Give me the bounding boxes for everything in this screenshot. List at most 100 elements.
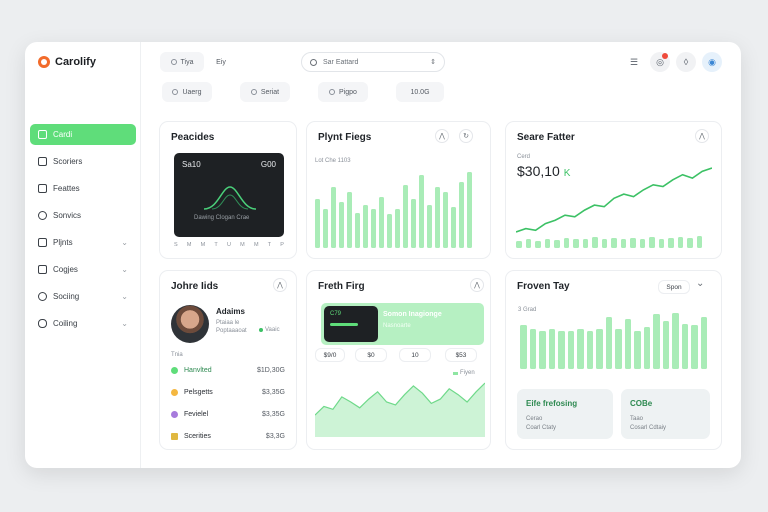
pin-icon[interactable]: ⋀	[435, 129, 449, 143]
sidebar-item-label: Pljnts	[53, 238, 73, 247]
filter-uaerg[interactable]: Uaerg	[162, 82, 212, 102]
mini-card-one[interactable]: Eife frefosing Cerao Coarl Ctaty	[517, 389, 613, 439]
chart-bar	[525, 239, 531, 248]
filter-pigpo[interactable]: Pigpo	[318, 82, 368, 102]
list-item[interactable]: Hanvlted $1D,30G	[171, 363, 285, 377]
chart-bar	[605, 317, 612, 369]
mini-card-two[interactable]: COBe Taao Cosarl Cdtaiy	[621, 389, 710, 439]
mini-card-line: Cerao	[526, 416, 543, 422]
chart-bar	[577, 329, 584, 369]
chart-bar	[567, 331, 574, 369]
period-select[interactable]: Spon	[658, 280, 690, 294]
pin-icon[interactable]: ⋀	[695, 129, 709, 143]
sidebar-item-cogjes[interactable]: Cogjes ⌄	[30, 259, 136, 280]
menu-icon[interactable]: ☰	[624, 52, 644, 72]
list-item-label: Fevielel	[184, 410, 209, 418]
filter-seriat[interactable]: Seriat	[240, 82, 290, 102]
chart-bar	[558, 331, 565, 369]
brand-name: Carolify	[55, 56, 96, 68]
pin-icon[interactable]: ⋀	[273, 278, 287, 292]
person-meta: Ptaiaa le	[216, 320, 240, 326]
sidebar-item-label: Cardi	[53, 130, 73, 139]
card-title: Freth Firg	[318, 281, 365, 292]
list-item-label: Scerities	[184, 432, 211, 440]
chart-bar	[596, 329, 603, 369]
chart-bar	[662, 321, 669, 369]
chart-bar	[668, 238, 674, 248]
sidebar: Carolify Cardi Scoriers Feattes Sonvics …	[25, 42, 141, 468]
avatar[interactable]	[171, 305, 209, 343]
fresh-area-chart	[315, 382, 485, 437]
banner-subtitle: Nasnoarte	[383, 323, 411, 329]
chart-bar	[419, 175, 424, 248]
sidebar-item-scoriers[interactable]: Scoriers	[30, 151, 136, 172]
sidebar-item-label: Feattes	[53, 184, 80, 193]
chevron-down-icon: ⌄	[121, 238, 128, 247]
chip[interactable]: $9/0	[315, 348, 345, 362]
notification-badge	[662, 53, 668, 59]
sidebar-item-sociing[interactable]: Sociing ⌄	[30, 286, 136, 307]
sidebar-item-pljnts[interactable]: Pljnts ⌄	[30, 232, 136, 253]
search-bar[interactable]: Sar Eattard ⇕	[301, 52, 445, 72]
mini-card-line: Cosarl Cdtaiy	[630, 425, 667, 431]
chart-bar	[435, 187, 440, 248]
plynt-chart	[315, 168, 475, 248]
credit-card[interactable]: Sa10 G00 Dawing Clogan Crae	[174, 153, 284, 237]
status-dot-icon	[171, 388, 178, 396]
pin-icon[interactable]: ⋀	[470, 278, 484, 292]
card-title: Froven Tay	[517, 281, 570, 292]
chart-bar	[355, 213, 360, 248]
filter-label: Seriat	[260, 88, 280, 96]
promo-banner[interactable]: C79 Somon Inagionge Nasnoarte	[321, 303, 484, 345]
sort-icon[interactable]: ⇕	[430, 58, 436, 66]
chart-bar	[520, 325, 527, 369]
sidebar-item-label: Scoriers	[53, 157, 83, 166]
app-window: Carolify Cardi Scoriers Feattes Sonvics …	[25, 42, 741, 468]
search-input[interactable]: Sar Eattard	[323, 59, 358, 66]
list-item-amount: $3,3G	[265, 432, 285, 440]
target-icon	[250, 89, 257, 95]
chart-bar	[677, 237, 683, 248]
chart-bar	[563, 238, 569, 248]
list-item[interactable]: Scerities $3,3G	[171, 429, 285, 443]
chip[interactable]: $53	[445, 348, 477, 362]
status-dot-icon	[171, 366, 178, 374]
mini-card-line: Coarl Ctaty	[526, 425, 557, 431]
sidebar-item-sonvics[interactable]: Sonvics	[30, 205, 136, 226]
day-label: T	[267, 242, 272, 248]
sidebar-item-label: Coiling	[53, 319, 78, 328]
chart-bar	[395, 209, 400, 248]
tab-tiya[interactable]: Tiya	[160, 52, 204, 72]
list-item-amount: $1D,30G	[256, 366, 285, 374]
lock-icon[interactable]: ◊	[676, 52, 696, 72]
list-item-label: Pelsgetts	[184, 388, 213, 396]
chart-bar	[672, 313, 679, 369]
card-title: Peacides	[171, 132, 215, 143]
status-dot-icon	[171, 432, 178, 440]
search-icon	[172, 89, 179, 95]
sidebar-item-cardi[interactable]: Cardi	[30, 124, 136, 145]
card-fresh: Freth Firg ⋀ C79 Somon Inagionge Nasnoar…	[306, 270, 491, 450]
sidebar-item-coiling[interactable]: Coiling ⌄	[30, 313, 136, 334]
filter-value[interactable]: 10.0G	[396, 82, 444, 102]
refresh-icon[interactable]: ↻	[459, 129, 473, 143]
brand[interactable]: Carolify	[38, 56, 96, 68]
notification-icon[interactable]: ◎	[650, 52, 670, 72]
tab-eiy[interactable]: Eiy	[207, 52, 235, 72]
seare-line-chart	[516, 167, 712, 233]
list-item[interactable]: Pelsgetts $3,35G	[171, 385, 285, 399]
list-item-label: Hanvlted	[184, 366, 212, 374]
chevron-down-icon[interactable]: ⌄	[696, 278, 704, 289]
chip[interactable]: 10	[399, 348, 431, 362]
list-item[interactable]: Fevielel $3,35G	[171, 407, 285, 421]
chip[interactable]: $0	[355, 348, 387, 362]
sidebar-item-feattes[interactable]: Feattes	[30, 178, 136, 199]
user-icon[interactable]: ◉	[702, 52, 722, 72]
grid-icon	[38, 184, 47, 193]
chart-bar	[548, 329, 555, 369]
person-name: Adaims	[216, 307, 245, 316]
chart-bar	[539, 331, 546, 369]
chart-bar	[653, 314, 660, 369]
search-icon	[310, 58, 317, 66]
chart-bar	[411, 199, 416, 248]
